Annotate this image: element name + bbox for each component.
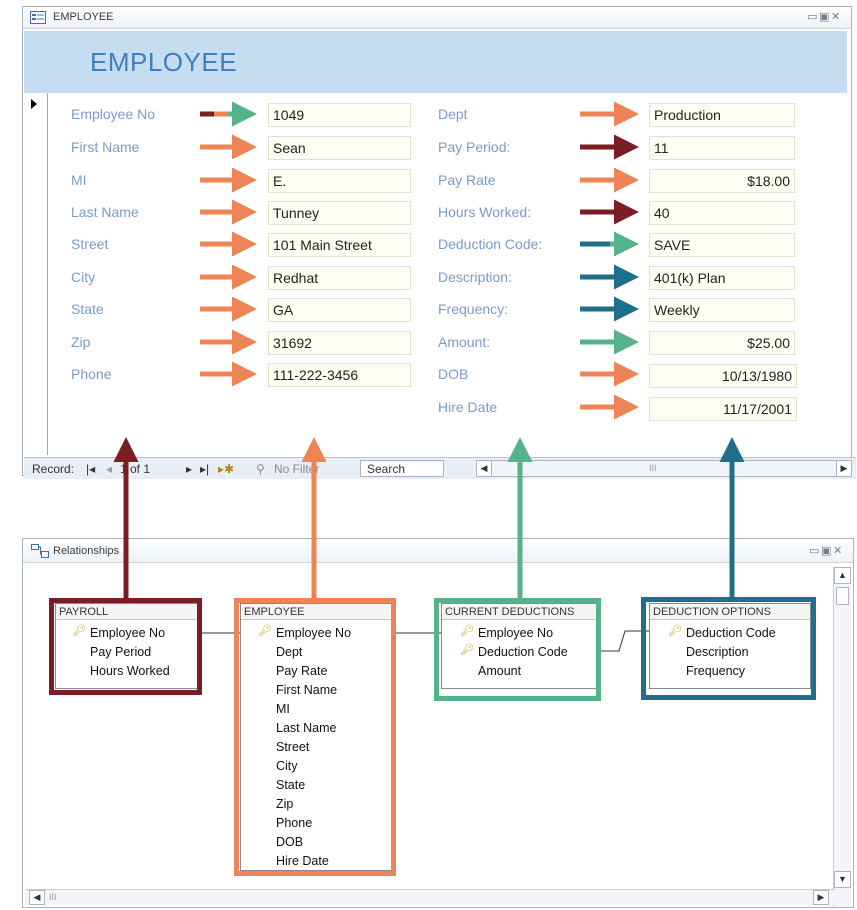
annotation-arrows bbox=[113, 101, 745, 600]
